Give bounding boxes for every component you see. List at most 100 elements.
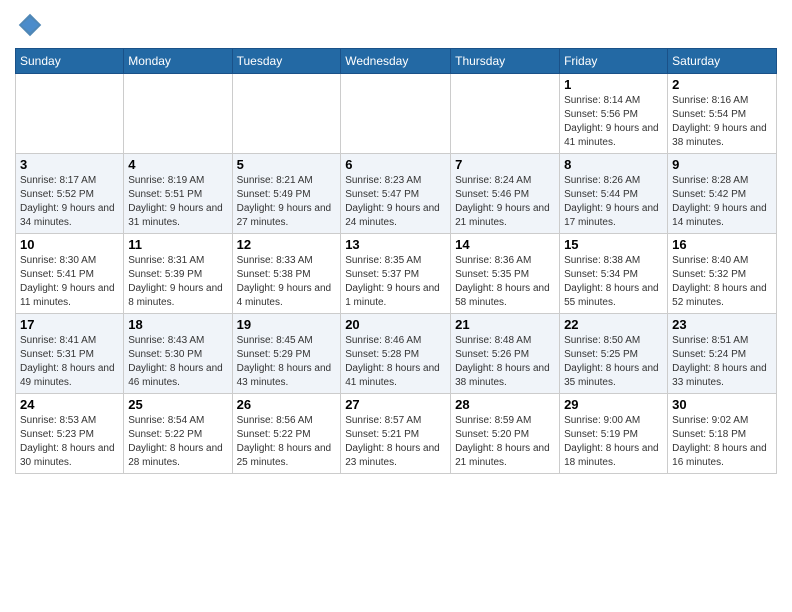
day-number: 11: [128, 237, 227, 252]
logo: [15, 10, 49, 40]
calendar-week-5: 24 Sunrise: 8:53 AM Sunset: 5:23 PM Dayli…: [16, 394, 777, 474]
logo-icon: [15, 10, 45, 40]
calendar-cell: 5 Sunrise: 8:21 AM Sunset: 5:49 PM Daylig…: [232, 154, 341, 234]
day-number: 22: [564, 317, 663, 332]
calendar-cell: 18 Sunrise: 8:43 AM Sunset: 5:30 PM Dayli…: [124, 314, 232, 394]
day-info: Sunrise: 8:31 AM Sunset: 5:39 PM Dayligh…: [128, 254, 227, 310]
day-number: 15: [564, 237, 663, 252]
day-number: 10: [20, 237, 119, 252]
calendar-weekday-friday: Friday: [560, 49, 668, 74]
day-number: 21: [455, 317, 555, 332]
calendar-cell: 2 Sunrise: 8:16 AM Sunset: 5:54 PM Daylig…: [668, 74, 777, 154]
day-info: Sunrise: 8:30 AM Sunset: 5:41 PM Dayligh…: [20, 254, 119, 310]
calendar-cell: 27 Sunrise: 8:57 AM Sunset: 5:21 PM Dayli…: [341, 394, 451, 474]
calendar-cell: 15 Sunrise: 8:38 AM Sunset: 5:34 PM Dayli…: [560, 234, 668, 314]
calendar-cell: 6 Sunrise: 8:23 AM Sunset: 5:47 PM Daylig…: [341, 154, 451, 234]
calendar-weekday-tuesday: Tuesday: [232, 49, 341, 74]
calendar-cell: 22 Sunrise: 8:50 AM Sunset: 5:25 PM Dayli…: [560, 314, 668, 394]
calendar-cell: 23 Sunrise: 8:51 AM Sunset: 5:24 PM Dayli…: [668, 314, 777, 394]
day-info: Sunrise: 8:41 AM Sunset: 5:31 PM Dayligh…: [20, 334, 119, 390]
day-info: Sunrise: 8:43 AM Sunset: 5:30 PM Dayligh…: [128, 334, 227, 390]
calendar-cell: 29 Sunrise: 9:00 AM Sunset: 5:19 PM Dayli…: [560, 394, 668, 474]
calendar-weekday-wednesday: Wednesday: [341, 49, 451, 74]
day-info: Sunrise: 8:14 AM Sunset: 5:56 PM Dayligh…: [564, 94, 663, 150]
calendar-cell: [124, 74, 232, 154]
calendar-cell: 25 Sunrise: 8:54 AM Sunset: 5:22 PM Dayli…: [124, 394, 232, 474]
day-info: Sunrise: 8:36 AM Sunset: 5:35 PM Dayligh…: [455, 254, 555, 310]
calendar-cell: 24 Sunrise: 8:53 AM Sunset: 5:23 PM Dayli…: [16, 394, 124, 474]
calendar-cell: 11 Sunrise: 8:31 AM Sunset: 5:39 PM Dayli…: [124, 234, 232, 314]
day-info: Sunrise: 8:51 AM Sunset: 5:24 PM Dayligh…: [672, 334, 772, 390]
calendar-weekday-saturday: Saturday: [668, 49, 777, 74]
day-info: Sunrise: 8:54 AM Sunset: 5:22 PM Dayligh…: [128, 414, 227, 470]
day-number: 29: [564, 397, 663, 412]
day-info: Sunrise: 8:57 AM Sunset: 5:21 PM Dayligh…: [345, 414, 446, 470]
page: SundayMondayTuesdayWednesdayThursdayFrid…: [0, 0, 792, 484]
day-info: Sunrise: 8:33 AM Sunset: 5:38 PM Dayligh…: [237, 254, 337, 310]
day-number: 8: [564, 157, 663, 172]
day-number: 30: [672, 397, 772, 412]
calendar-cell: [16, 74, 124, 154]
calendar-cell: 4 Sunrise: 8:19 AM Sunset: 5:51 PM Daylig…: [124, 154, 232, 234]
day-number: 25: [128, 397, 227, 412]
day-number: 24: [20, 397, 119, 412]
day-number: 4: [128, 157, 227, 172]
header: [15, 10, 777, 40]
day-info: Sunrise: 8:16 AM Sunset: 5:54 PM Dayligh…: [672, 94, 772, 150]
calendar-cell: 20 Sunrise: 8:46 AM Sunset: 5:28 PM Dayli…: [341, 314, 451, 394]
calendar-week-2: 3 Sunrise: 8:17 AM Sunset: 5:52 PM Daylig…: [16, 154, 777, 234]
calendar-cell: 7Sunrise: 8:24 AM Sunset: 5:46 PM Daylig…: [451, 154, 560, 234]
day-info: Sunrise: 8:17 AM Sunset: 5:52 PM Dayligh…: [20, 174, 119, 230]
day-info: Sunrise: 8:59 AM Sunset: 5:20 PM Dayligh…: [455, 414, 555, 470]
day-info: Sunrise: 8:50 AM Sunset: 5:25 PM Dayligh…: [564, 334, 663, 390]
day-number: 18: [128, 317, 227, 332]
day-number: 7: [455, 157, 555, 172]
calendar-cell: 17Sunrise: 8:41 AM Sunset: 5:31 PM Dayli…: [16, 314, 124, 394]
day-number: 9: [672, 157, 772, 172]
calendar-cell: [451, 74, 560, 154]
day-number: 19: [237, 317, 337, 332]
calendar-weekday-monday: Monday: [124, 49, 232, 74]
day-number: 27: [345, 397, 446, 412]
calendar-cell: [232, 74, 341, 154]
day-info: Sunrise: 8:35 AM Sunset: 5:37 PM Dayligh…: [345, 254, 446, 310]
day-info: Sunrise: 8:48 AM Sunset: 5:26 PM Dayligh…: [455, 334, 555, 390]
day-info: Sunrise: 8:38 AM Sunset: 5:34 PM Dayligh…: [564, 254, 663, 310]
calendar-cell: 28 Sunrise: 8:59 AM Sunset: 5:20 PM Dayli…: [451, 394, 560, 474]
day-number: 12: [237, 237, 337, 252]
calendar-week-1: 1Sunrise: 8:14 AM Sunset: 5:56 PM Daylig…: [16, 74, 777, 154]
day-info: Sunrise: 8:26 AM Sunset: 5:44 PM Dayligh…: [564, 174, 663, 230]
day-info: Sunrise: 8:53 AM Sunset: 5:23 PM Dayligh…: [20, 414, 119, 470]
day-number: 20: [345, 317, 446, 332]
day-number: 13: [345, 237, 446, 252]
day-info: Sunrise: 8:28 AM Sunset: 5:42 PM Dayligh…: [672, 174, 772, 230]
day-number: 16: [672, 237, 772, 252]
day-info: Sunrise: 8:40 AM Sunset: 5:32 PM Dayligh…: [672, 254, 772, 310]
day-number: 23: [672, 317, 772, 332]
day-number: 28: [455, 397, 555, 412]
calendar-cell: 12 Sunrise: 8:33 AM Sunset: 5:38 PM Dayli…: [232, 234, 341, 314]
day-info: Sunrise: 9:02 AM Sunset: 5:18 PM Dayligh…: [672, 414, 772, 470]
calendar-table: SundayMondayTuesdayWednesdayThursdayFrid…: [15, 48, 777, 474]
day-number: 5: [237, 157, 337, 172]
day-number: 3: [20, 157, 119, 172]
calendar-cell: 30 Sunrise: 9:02 AM Sunset: 5:18 PM Dayli…: [668, 394, 777, 474]
calendar-week-4: 17Sunrise: 8:41 AM Sunset: 5:31 PM Dayli…: [16, 314, 777, 394]
calendar-cell: 16 Sunrise: 8:40 AM Sunset: 5:32 PM Dayli…: [668, 234, 777, 314]
day-info: Sunrise: 8:23 AM Sunset: 5:47 PM Dayligh…: [345, 174, 446, 230]
day-info: Sunrise: 8:21 AM Sunset: 5:49 PM Dayligh…: [237, 174, 337, 230]
day-info: Sunrise: 8:46 AM Sunset: 5:28 PM Dayligh…: [345, 334, 446, 390]
calendar-weekday-sunday: Sunday: [16, 49, 124, 74]
calendar-cell: 14Sunrise: 8:36 AM Sunset: 5:35 PM Dayli…: [451, 234, 560, 314]
calendar-cell: 1Sunrise: 8:14 AM Sunset: 5:56 PM Daylig…: [560, 74, 668, 154]
calendar-cell: 26Sunrise: 8:56 AM Sunset: 5:22 PM Dayli…: [232, 394, 341, 474]
day-number: 6: [345, 157, 446, 172]
calendar-cell: 10 Sunrise: 8:30 AM Sunset: 5:41 PM Dayli…: [16, 234, 124, 314]
day-number: 2: [672, 77, 772, 92]
day-info: Sunrise: 9:00 AM Sunset: 5:19 PM Dayligh…: [564, 414, 663, 470]
calendar-cell: 13 Sunrise: 8:35 AM Sunset: 5:37 PM Dayli…: [341, 234, 451, 314]
calendar-cell: 8 Sunrise: 8:26 AM Sunset: 5:44 PM Daylig…: [560, 154, 668, 234]
day-info: Sunrise: 8:19 AM Sunset: 5:51 PM Dayligh…: [128, 174, 227, 230]
calendar-cell: 19Sunrise: 8:45 AM Sunset: 5:29 PM Dayli…: [232, 314, 341, 394]
calendar-cell: [341, 74, 451, 154]
